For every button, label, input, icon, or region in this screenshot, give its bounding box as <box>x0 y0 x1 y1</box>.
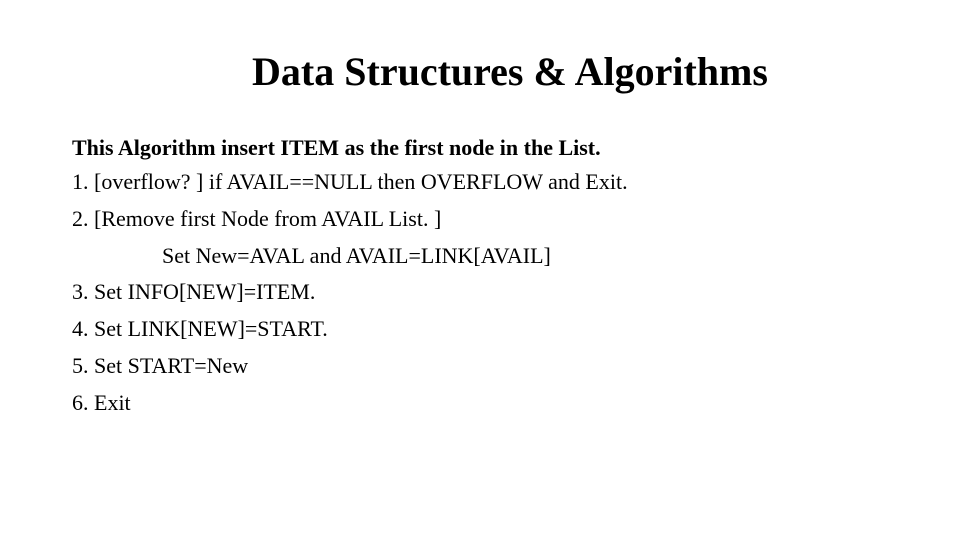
step-6: 6. Exit <box>72 388 888 419</box>
step-2: 2. [Remove first Node from AVAIL List. ] <box>72 204 888 235</box>
algorithm-intro: This Algorithm insert ITEM as the first … <box>72 135 888 161</box>
step-2b: Set New=AVAL and AVAIL=LINK[AVAIL] <box>72 241 888 272</box>
page-title: Data Structures & Algorithms <box>132 48 888 95</box>
step-1: 1. [overflow? ] if AVAIL==NULL then OVER… <box>72 167 888 198</box>
step-3: 3. Set INFO[NEW]=ITEM. <box>72 277 888 308</box>
step-4: 4. Set LINK[NEW]=START. <box>72 314 888 345</box>
step-5: 5. Set START=New <box>72 351 888 382</box>
